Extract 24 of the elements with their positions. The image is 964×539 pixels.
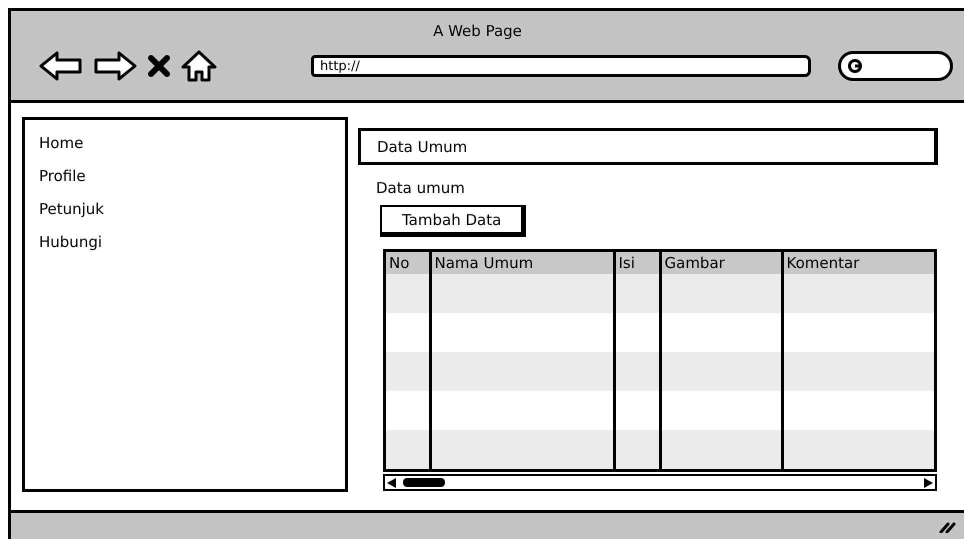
sidebar-item[interactable]: Home	[39, 134, 84, 167]
scroll-thumb[interactable]	[403, 478, 445, 487]
forward-arrow-icon[interactable]	[93, 51, 137, 81]
close-icon[interactable]	[147, 55, 171, 77]
column-header: Isi	[614, 252, 660, 274]
page-header: Data Umum	[358, 128, 938, 165]
sidebar-item[interactable]: Hubungi	[39, 233, 102, 266]
address-field[interactable]: http://	[311, 55, 811, 77]
add-data-button[interactable]: Tambah Data	[380, 205, 526, 237]
column-header: Gambar	[660, 252, 782, 274]
window-title: A Web Page	[433, 22, 522, 40]
sidebar-item[interactable]: Profile	[39, 167, 86, 200]
back-arrow-icon[interactable]	[39, 51, 83, 81]
search-icon	[847, 58, 863, 74]
horizontal-scrollbar[interactable]	[383, 474, 937, 491]
scroll-right-icon[interactable]	[921, 476, 935, 488]
column-header: No	[386, 252, 430, 274]
column-header: Nama Umum	[430, 252, 614, 274]
section-label: Data umum	[376, 179, 465, 197]
search-field[interactable]	[838, 51, 953, 81]
sidebar-item[interactable]: Petunjuk	[39, 200, 104, 233]
column-header: Komentar	[782, 252, 934, 274]
home-icon[interactable]	[181, 50, 217, 82]
scroll-left-icon[interactable]	[385, 476, 399, 488]
